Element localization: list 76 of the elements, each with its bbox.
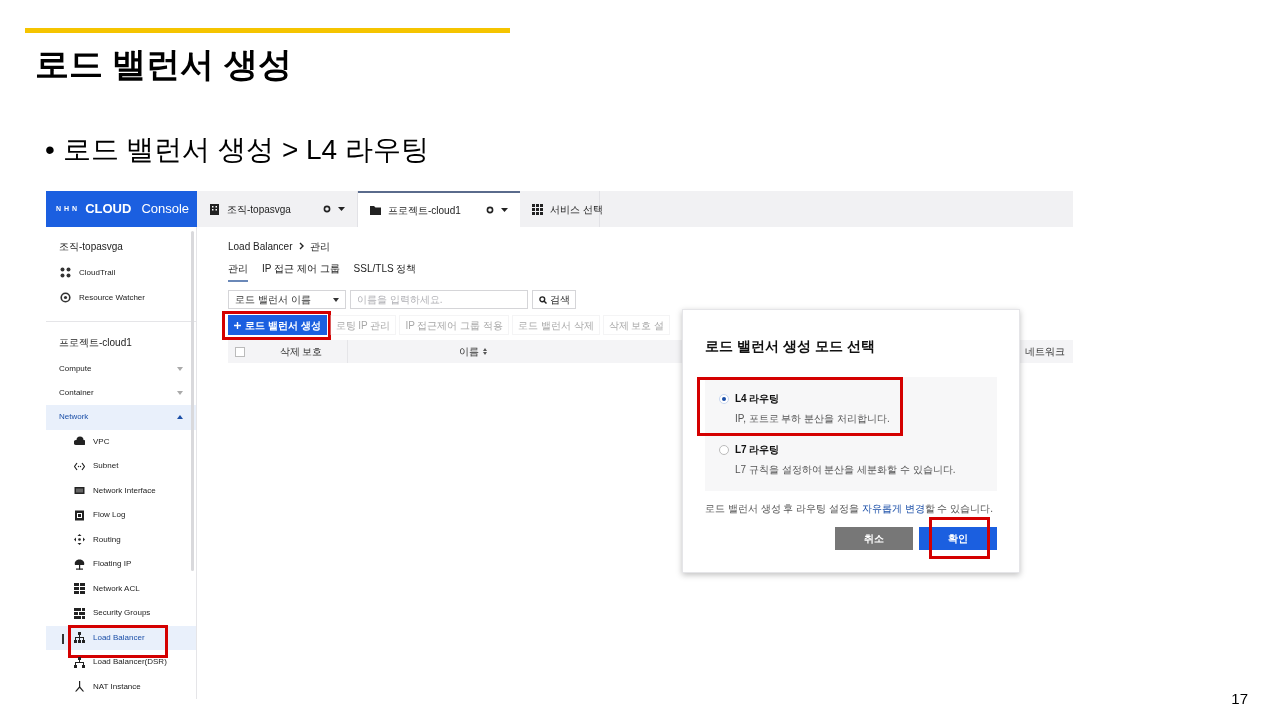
logo-product: Console [141,200,190,219]
tab[interactable]: SSL/TLS 정책 [353,259,417,282]
search-button[interactable]: 검색 [532,290,576,309]
menu-item[interactable]: Container [46,380,196,406]
tab[interactable]: IP 접근 제어 그룹 [262,259,340,282]
arrows-icon [74,534,85,546]
dialog-title: 로드 밸런서 생성 모드 선택 [705,337,876,356]
settings-icon [486,206,494,214]
grid-icon [532,203,543,215]
sidebar-item[interactable]: CloudTrail [46,260,196,286]
logo-brand: CLOUD [85,200,132,219]
breadcrumb-item[interactable]: Load Balancer [228,238,293,254]
tree-icon [74,558,85,570]
option-title: L7 라우팅 [735,443,780,457]
note-text: 로드 밸런서 생성 후 라우팅 설정을 [705,502,859,516]
menu-item[interactable]: Compute [46,356,196,381]
caret-up-icon [177,415,183,420]
table-icon [74,583,85,595]
option-description: IP, 포트로 부하 분산을 처리합니다. [734,412,891,426]
page-number: 17 [1231,688,1248,709]
note-text: 할 수 있습니다. [924,502,994,516]
code-icon [74,460,85,472]
gear-icon [60,292,71,304]
radio-button[interactable] [719,393,729,404]
checkbox[interactable] [235,346,245,357]
column-header[interactable]: 이름 [347,340,597,363]
menu-subitem[interactable]: Network ACL [46,582,140,595]
option-title: L4 라우팅 [735,392,780,406]
cloud-icon [74,436,85,448]
nodes-icon [60,267,71,279]
chevron-icon [298,242,304,250]
caret-down-icon [177,366,183,371]
sidebar-item[interactable]: Resource Watcher [46,285,196,311]
caret-down-icon [333,297,339,302]
cancel-button[interactable]: 취소 [835,527,913,550]
menu-item[interactable]: Network [46,405,196,430]
option-description: L7 규칙을 설정하여 분산을 세분화할 수 있습니다. [734,463,957,477]
hierarchy-icon [74,632,85,644]
menu-subitem[interactable]: Security Groups [46,607,151,620]
caret-down-icon [177,391,183,396]
menu-subitem[interactable]: Flow Log [46,509,126,522]
breadcrumb-item[interactable]: 관리 [309,238,330,254]
radio-button[interactable] [719,444,729,455]
select-field[interactable]: 로드 밸런서 이름 [228,290,346,309]
junction-icon [74,681,85,693]
building-icon [209,203,220,215]
plus-icon [234,321,241,329]
folder-icon [370,204,381,216]
document-icon [74,509,85,521]
sort-icon [482,348,487,355]
column-header[interactable]: 네트워크 [1025,344,1073,359]
search-field[interactable]: 이름을 입력하세요. [350,290,528,309]
menu-subitem[interactable]: Load Balancer(DSR) [46,656,167,669]
slide-title: 로드 밸런서 생성 [35,44,292,85]
note-link[interactable]: 자유롭게 변경 [861,501,925,516]
menu-subitem[interactable]: Subnet [46,460,119,473]
sidebar-heading: 프로젝트-cloud1 [58,335,133,350]
column-header[interactable]: 삭제 보호 [255,344,347,359]
bullet-text: • 로드 밸런서 생성 > L4 라우팅 [45,133,429,167]
blocks-icon [74,607,85,619]
caret-icon [338,207,345,211]
tab[interactable]: 관리 [228,259,248,282]
header-tab[interactable]: 프로젝트-cloud1 [358,191,520,227]
settings-icon [323,205,331,213]
menu-subitem[interactable]: Routing [46,533,121,546]
menu-subitem[interactable]: VPC [46,435,110,448]
sidebar-heading: 조직-topasvga [58,240,124,254]
menu-subitem[interactable]: NAT Instance [46,680,141,693]
create-button[interactable]: 로드 밸런서 생성 [228,315,327,335]
menu-subitem[interactable]: Network Interface [46,484,156,497]
caret-icon [501,208,508,212]
menu-subitem[interactable]: Floating IP [46,558,132,571]
card-icon [74,485,85,497]
hierarchy-icon [74,656,85,668]
search-icon [538,295,547,304]
selection-marker [62,633,64,644]
